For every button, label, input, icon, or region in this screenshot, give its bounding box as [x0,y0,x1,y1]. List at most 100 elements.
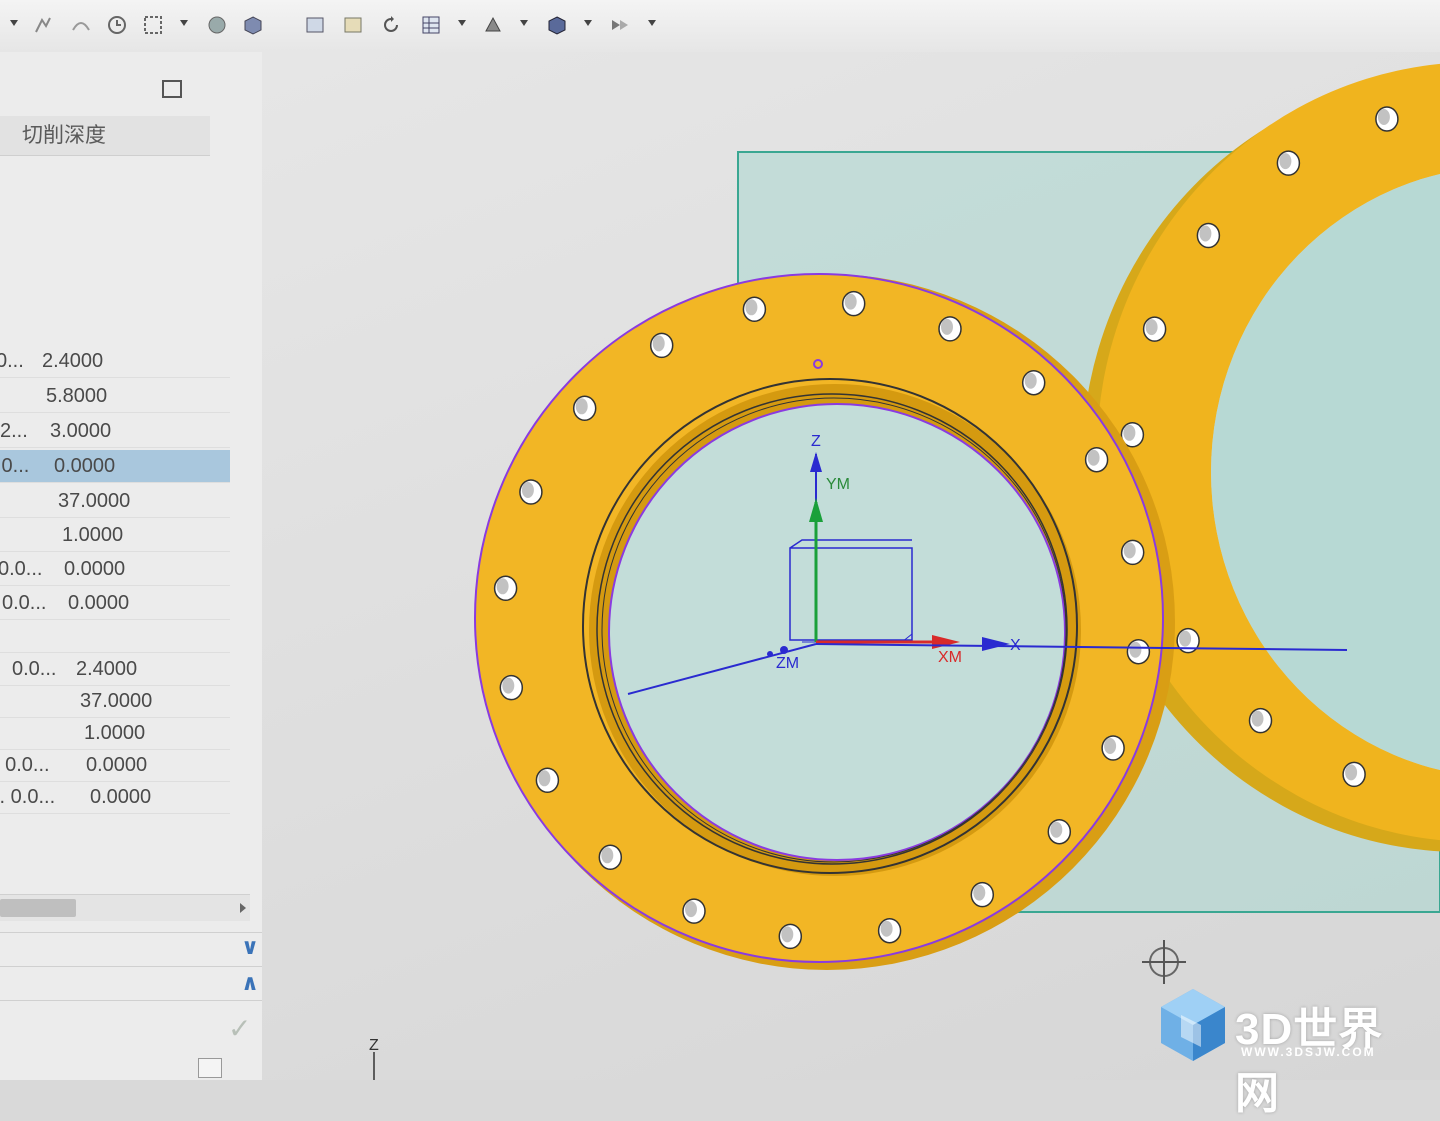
operation-parameters-panel: 切削深度 0... 2.4000 5.8000 2... 3.0000 .0... 0.00… [0,52,263,1080]
bolt-hole-shadow [1199,225,1212,242]
scroll-right-icon[interactable] [240,903,246,913]
collapse-chevron-icon[interactable]: ∧ [236,972,264,994]
bolt-hole-shadow [1024,372,1037,389]
row-value-truncated: .. 0.0... [0,786,56,808]
bolt-hole-shadow [1377,109,1390,125]
divider [0,1000,262,1001]
maximize-icon[interactable] [162,80,182,98]
dropdown-icon[interactable] [458,20,466,26]
table-row[interactable]: 1.0000 [0,717,230,750]
bolt-hole-shadow [601,847,614,864]
render-icon[interactable] [482,14,504,36]
expand-chevron-icon[interactable]: ∨ [236,936,264,958]
cube-icon[interactable] [242,14,264,36]
dropdown-icon[interactable] [180,20,188,26]
crosshair-icon [1142,940,1186,984]
table-row[interactable]: 0.0... 2.4000 [0,653,230,686]
table-row[interactable]: 0... 2.4000 [0,345,230,378]
scrollbar-thumb[interactable] [0,899,76,917]
bolt-hole-shadow [521,482,534,498]
row-value-truncated: . 0.0... [0,754,50,776]
row-value-cut-depth: 5.8000 [46,385,108,407]
table-row[interactable]: .. 0.0... 0.0000 [0,781,230,814]
row-value-cut-depth: 2.4000 [76,658,138,680]
table-icon[interactable] [420,14,442,36]
watermark: 3D世界网 WWW.3DSJW.COM [1155,985,1425,1118]
shaded-cube-icon[interactable] [546,14,568,36]
table-row[interactable]: 1.0000 [0,519,230,552]
table-row[interactable] [0,620,230,653]
row-value-cut-depth: 0.0000 [68,592,130,614]
list-icon[interactable] [198,1058,222,1078]
bolt-hole-shadow [781,926,794,943]
row-value-truncated: 0... [0,350,24,372]
origin-marker [780,646,788,654]
toolbar [0,0,1440,53]
table-row[interactable]: .0... 0.0000 [0,450,230,483]
row-value-truncated: 0.0... [0,558,43,580]
table-row[interactable]: 2... 3.0000 [0,415,230,448]
dropdown-icon[interactable] [648,20,656,26]
row-value-cut-depth: 2.4000 [42,350,104,372]
bolt-hole-shadow [844,293,857,310]
row-value-cut-depth: 0.0000 [86,754,148,776]
bolt-hole-shadow [1145,319,1158,336]
select-box-icon[interactable] [142,14,164,36]
bolt-hole-shadow [1087,449,1100,466]
dropdown-icon[interactable] [584,20,592,26]
view-image-icon[interactable] [342,14,364,36]
table-row[interactable]: 5.8000 [0,380,230,413]
bolt-hole-shadow [1279,153,1292,170]
table-row[interactable]: 37.0000 [0,685,230,718]
sphere-icon[interactable] [206,14,228,36]
dropdown-icon[interactable] [10,20,18,26]
bolt-hole-shadow [880,920,893,937]
horizontal-scrollbar[interactable] [0,894,250,921]
brand-logo-icon [1161,989,1225,1061]
ok-check-icon[interactable]: ✓ [228,1012,251,1045]
view-frame-icon[interactable] [304,14,326,36]
bolt-hole-shadow [1179,630,1192,647]
row-value-truncated: 0.0... [12,658,57,680]
bolt-hole-shadow [1104,738,1117,754]
axis-label-z: Z [811,433,821,450]
rotate-icon[interactable] [380,14,402,36]
bottom-axis-label-z: Z [369,1037,379,1054]
row-value-truncated: .0... [0,455,30,477]
bolt-hole-shadow [1129,641,1142,658]
arrow-sets-icon[interactable] [608,14,630,36]
row-value-truncated: 2... [0,420,28,442]
row-value-cut-depth: 0.0000 [54,455,116,477]
row-value-cut-depth: 3.0000 [50,420,112,442]
bolt-hole-shadow [1123,424,1136,441]
axis-label-x: X [1010,637,1021,654]
axis-label-zm: ZM [776,655,799,672]
table-row[interactable]: 0.0... 0.0000 [0,553,230,586]
snap-icon[interactable] [32,14,54,36]
bolt-hole-shadow [745,299,758,316]
bolt-hole-shadow [1251,710,1264,727]
row-value-truncated: 0.0... [2,592,47,614]
bolt-hole-shadow [1123,542,1136,559]
bolt-hole-shadow [1050,821,1063,838]
bolt-hole-shadow [941,318,953,335]
table-row[interactable]: 0.0... 0.0000 [0,587,230,620]
curve-icon[interactable] [70,14,92,36]
graphics-window[interactable]: Z YM ZM XM X Z [262,52,1440,1080]
model-view[interactable]: Z YM ZM XM X Z [262,52,1440,1080]
row-value-cut-depth: 1.0000 [84,722,146,744]
row-value-cut-depth: 37.0000 [58,490,131,512]
axis-label-ym: YM [826,476,850,493]
origin-marker [767,651,773,657]
column-header-cut-depth[interactable]: 切削深度 [0,116,210,156]
bolt-hole-shadow [652,335,665,352]
bolt-hole-shadow [685,901,697,918]
table-row[interactable]: . 0.0... 0.0000 [0,749,230,782]
clock-icon[interactable] [106,14,128,36]
table-row[interactable]: 37.0000 [0,485,230,518]
dropdown-icon[interactable] [520,20,528,26]
divider [0,932,262,933]
main-flange [474,273,1175,970]
bolt-hole-shadow [973,884,986,901]
row-value-cut-depth: 0.0000 [90,786,152,808]
